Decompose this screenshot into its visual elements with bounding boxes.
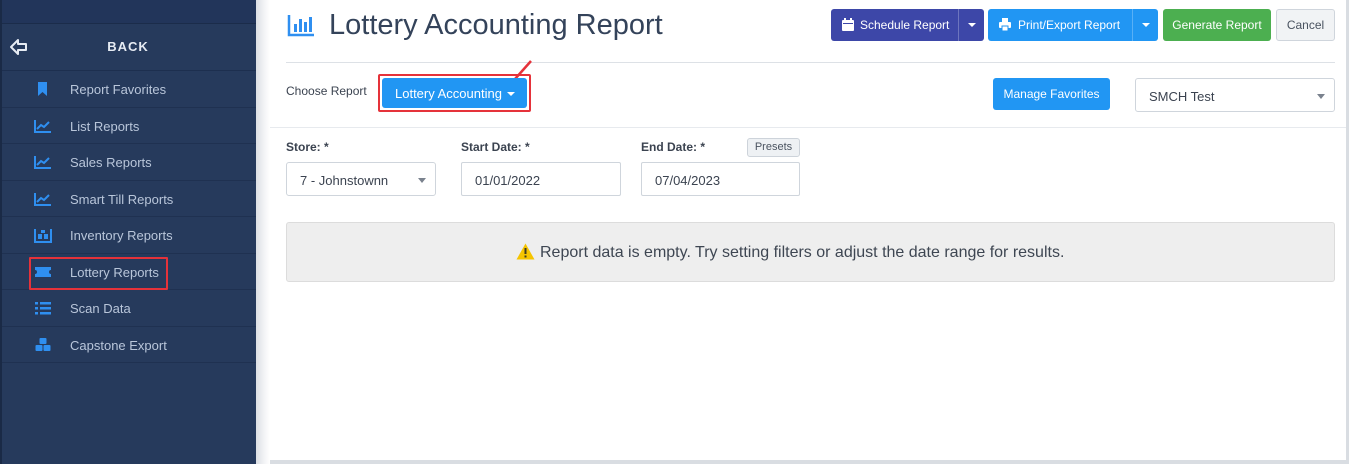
sidebar-item-label: Smart Till Reports: [70, 191, 174, 207]
company-select[interactable]: SMCH Test: [1135, 78, 1335, 112]
end-date-label: End Date: *: [641, 140, 706, 154]
report-type-value: Lottery Accounting: [395, 86, 502, 101]
schedule-report-label: Schedule Report: [860, 18, 950, 32]
line-chart-icon: [34, 156, 51, 169]
end-date-value: 07/04/2023: [655, 173, 721, 188]
sidebar-item-smart-till-reports[interactable]: Smart Till Reports: [0, 181, 256, 217]
sidebar-item-label: List Reports: [70, 118, 140, 134]
store-select-value: 7 - Johnstownn: [300, 173, 389, 188]
sidebar-item-capstone-export[interactable]: Capstone Export: [0, 327, 256, 363]
printer-icon: [999, 18, 1011, 31]
content-bottom-edge: [270, 460, 1349, 464]
sidebar-item-list-reports[interactable]: List Reports: [0, 108, 256, 144]
cubes-icon: [35, 337, 51, 351]
bar-chart-icon: [287, 15, 314, 37]
start-date-input[interactable]: 01/01/2022: [461, 162, 621, 196]
sidebar-item-label: Sales Reports: [70, 155, 152, 170]
schedule-report-button[interactable]: Schedule Report: [831, 9, 984, 41]
list-icon: [35, 302, 51, 315]
bookmark-icon: [38, 82, 47, 96]
line-chart-icon: [34, 119, 51, 133]
lottery-reports-highlight: [29, 257, 168, 290]
sidebar-item-label: Scan Data: [70, 301, 131, 316]
end-date-input[interactable]: 07/04/2023: [641, 162, 800, 196]
sidebar-nav: Report Favorites List Reports Sales Repo…: [0, 71, 256, 363]
sidebar-item-scan-data[interactable]: Scan Data: [0, 290, 256, 327]
back-label: BACK: [107, 39, 149, 54]
sidebar-item-sales-reports[interactable]: Sales Reports: [0, 144, 256, 181]
print-dropdown-toggle[interactable]: [1132, 9, 1158, 41]
store-select[interactable]: 7 - Johnstownn: [286, 162, 436, 196]
app-root: BACK Report Favorites List Reports Sales…: [0, 0, 1349, 464]
choose-report-label: Choose Report: [286, 84, 367, 98]
warning-icon: [516, 243, 535, 260]
empty-report-alert: Report data is empty. Try setting filter…: [286, 222, 1335, 282]
print-export-label: Print/Export Report: [1018, 18, 1121, 32]
sidebar-item-report-favorites[interactable]: Report Favorites: [0, 71, 256, 108]
line-chart-icon: [34, 192, 51, 206]
start-date-label: Start Date: *: [461, 140, 530, 154]
sidebar-top: [0, 0, 256, 24]
presets-button[interactable]: Presets: [747, 138, 800, 157]
caret-down-icon: [968, 23, 976, 27]
caret-down-icon: [418, 178, 426, 183]
start-date-value: 01/01/2022: [475, 173, 541, 188]
inventory-icon: [34, 229, 52, 243]
calendar-icon: [842, 18, 854, 31]
schedule-dropdown-toggle[interactable]: [958, 9, 984, 41]
sidebar-item-label: Inventory Reports: [70, 228, 173, 243]
print-export-button[interactable]: Print/Export Report: [988, 9, 1158, 41]
sidebar-item-inventory-reports[interactable]: Inventory Reports: [0, 217, 256, 254]
back-button[interactable]: BACK: [0, 24, 256, 71]
sidebar-item-label: Capstone Export: [70, 337, 167, 353]
report-type-dropdown[interactable]: Lottery Accounting: [382, 78, 527, 108]
filters-divider: [270, 127, 1349, 128]
sidebar-item-label: Report Favorites: [70, 82, 167, 97]
manage-favorites-button[interactable]: Manage Favorites: [993, 78, 1110, 110]
caret-down-icon: [507, 92, 515, 96]
store-label: Store: *: [286, 140, 329, 154]
sidebar: BACK Report Favorites List Reports Sales…: [0, 0, 256, 464]
sidebar-shadow: [256, 0, 270, 464]
caret-down-icon: [1142, 23, 1150, 27]
company-select-value: SMCH Test: [1149, 89, 1215, 104]
empty-report-message: Report data is empty. Try setting filter…: [540, 244, 1065, 261]
window-left-edge: [0, 0, 2, 464]
caret-down-icon: [1317, 94, 1325, 99]
page-title: Lottery Accounting Report: [329, 9, 663, 41]
header-divider: [286, 62, 1335, 63]
cancel-button[interactable]: Cancel: [1276, 9, 1335, 41]
generate-report-button[interactable]: Generate Report: [1163, 9, 1271, 41]
